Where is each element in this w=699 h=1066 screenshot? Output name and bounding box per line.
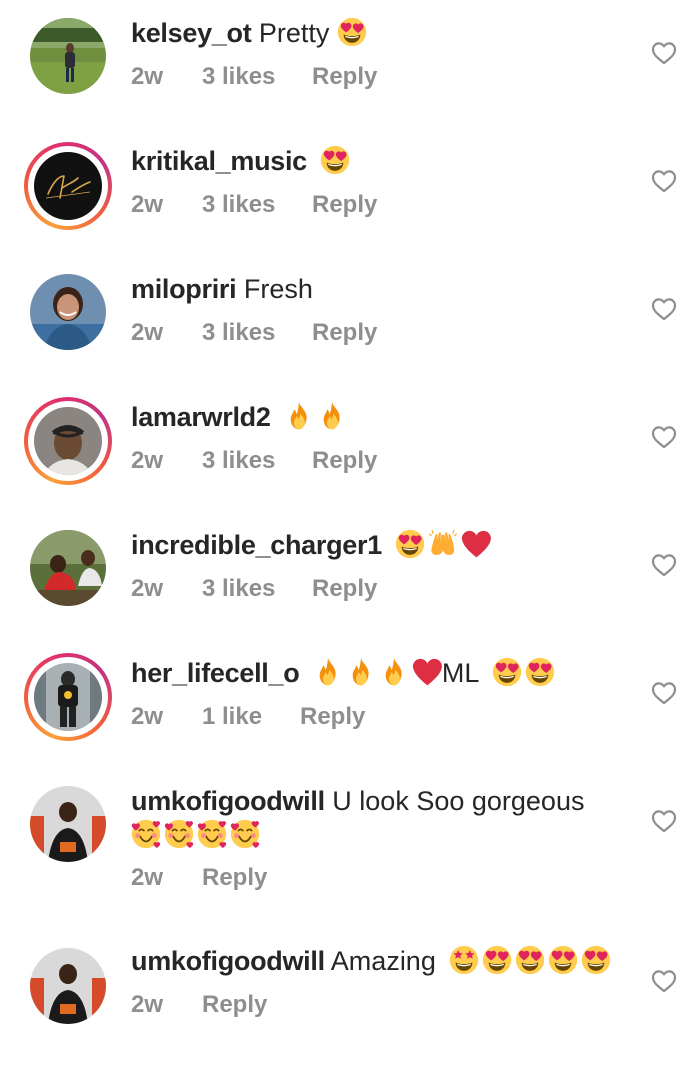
reply-button[interactable]: Reply	[202, 863, 267, 893]
heart-eyes-emoji-icon	[548, 945, 578, 975]
avatar[interactable]	[24, 653, 112, 741]
heart-outline-icon[interactable]	[651, 969, 677, 993]
heart-eyes-emoji-icon	[492, 657, 522, 687]
red-heart-emoji-icon	[461, 529, 491, 559]
comment-body: umkofigoodwill U look Soo gorgeous	[131, 784, 584, 818]
comment-text: Fresh	[243, 274, 313, 304]
timestamp: 2w	[131, 63, 164, 90]
reply-button[interactable]: Reply	[312, 446, 377, 476]
raising-hands-emoji-icon	[428, 529, 458, 559]
timestamp: 2w	[131, 191, 164, 218]
comment-body: umkofigoodwill Amazing	[131, 944, 611, 978]
comment-text: U look Soo gorgeous	[332, 786, 585, 816]
likes-count[interactable]: 3 likes	[202, 62, 275, 92]
smiling-hearts-emoji-icon	[164, 819, 194, 849]
avatar-photo	[30, 274, 106, 350]
comment-body: her_lifecell_o ML	[131, 656, 555, 690]
heart-eyes-emoji-icon	[525, 657, 555, 687]
timestamp: 2w	[131, 319, 164, 346]
heart-eyes-emoji-icon	[337, 17, 367, 47]
username[interactable]: kelsey_ot	[131, 18, 252, 48]
comment-text: Pretty	[258, 18, 330, 48]
likes-count[interactable]: 1 like	[202, 702, 262, 732]
comment-body: lamarwrld2	[131, 400, 347, 434]
username[interactable]: umkofigoodwill	[131, 786, 325, 816]
avatar[interactable]	[24, 397, 112, 485]
heart-eyes-emoji-icon	[395, 529, 425, 559]
emoji-group	[320, 145, 350, 175]
comment-body: milopriri Fresh	[131, 272, 313, 306]
username[interactable]: her_lifecell_o	[131, 658, 300, 688]
avatar-photo	[34, 663, 102, 731]
emoji-group	[284, 401, 347, 431]
comment-text: ML	[441, 658, 479, 688]
comment-body: incredible_charger1	[131, 528, 491, 562]
username[interactable]: umkofigoodwill	[131, 946, 325, 976]
comment-body: kelsey_ot Pretty	[131, 16, 367, 50]
timestamp: 2w	[131, 575, 164, 602]
avatar[interactable]	[24, 142, 112, 230]
avatar-photo	[34, 152, 102, 220]
heart-outline-icon[interactable]	[651, 297, 677, 321]
heart-eyes-emoji-icon	[581, 945, 611, 975]
avatar-photo	[30, 18, 106, 94]
timestamp: 2w	[131, 991, 164, 1018]
avatar[interactable]	[30, 948, 106, 1024]
emoji-group	[313, 657, 442, 687]
heart-eyes-emoji-icon	[515, 945, 545, 975]
likes-count[interactable]: 3 likes	[202, 190, 275, 220]
fire-emoji-icon	[317, 401, 347, 431]
avatar[interactable]	[30, 274, 106, 350]
emoji-group	[449, 945, 611, 975]
timestamp: 2w	[131, 864, 164, 891]
emoji-group	[395, 529, 491, 559]
timestamp: 2w	[131, 703, 164, 730]
emoji-group	[337, 17, 367, 47]
heart-outline-icon[interactable]	[651, 425, 677, 449]
comment-body: kritikal_music	[131, 144, 350, 178]
avatar-photo	[34, 407, 102, 475]
fire-emoji-icon	[313, 657, 343, 687]
reply-button[interactable]: Reply	[312, 190, 377, 220]
reply-button[interactable]: Reply	[300, 702, 365, 732]
star-struck-emoji-icon	[449, 945, 479, 975]
avatar[interactable]	[30, 786, 106, 862]
fire-emoji-icon	[284, 401, 314, 431]
likes-count[interactable]: 3 likes	[202, 574, 275, 604]
reply-button[interactable]: Reply	[312, 62, 377, 92]
emoji-group	[131, 819, 260, 849]
red-heart-emoji-icon	[412, 657, 442, 687]
heart-outline-icon[interactable]	[651, 41, 677, 65]
heart-outline-icon[interactable]	[651, 169, 677, 193]
fire-emoji-icon	[379, 657, 409, 687]
username[interactable]: kritikal_music	[131, 146, 307, 176]
fire-emoji-icon	[346, 657, 376, 687]
username[interactable]: milopriri	[131, 274, 237, 304]
username[interactable]: lamarwrld2	[131, 402, 271, 432]
avatar-photo	[30, 948, 106, 1024]
comment-body-line2	[131, 818, 260, 852]
smiling-hearts-emoji-icon	[131, 819, 161, 849]
avatar-photo	[30, 786, 106, 862]
timestamp: 2w	[131, 447, 164, 474]
username[interactable]: incredible_charger1	[131, 530, 382, 560]
smiling-hearts-emoji-icon	[197, 819, 227, 849]
avatar[interactable]	[30, 18, 106, 94]
likes-count[interactable]: 3 likes	[202, 446, 275, 476]
heart-outline-icon[interactable]	[651, 681, 677, 705]
reply-button[interactable]: Reply	[312, 318, 377, 348]
smiling-hearts-emoji-icon	[230, 819, 260, 849]
likes-count[interactable]: 3 likes	[202, 318, 275, 348]
avatar[interactable]	[30, 530, 106, 606]
emoji-group	[492, 657, 555, 687]
heart-outline-icon[interactable]	[651, 809, 677, 833]
reply-button[interactable]: Reply	[312, 574, 377, 604]
reply-button[interactable]: Reply	[202, 990, 267, 1020]
avatar-photo	[30, 530, 106, 606]
comment-text: Amazing	[330, 946, 436, 976]
heart-eyes-emoji-icon	[320, 145, 350, 175]
heart-outline-icon[interactable]	[651, 553, 677, 577]
heart-eyes-emoji-icon	[482, 945, 512, 975]
